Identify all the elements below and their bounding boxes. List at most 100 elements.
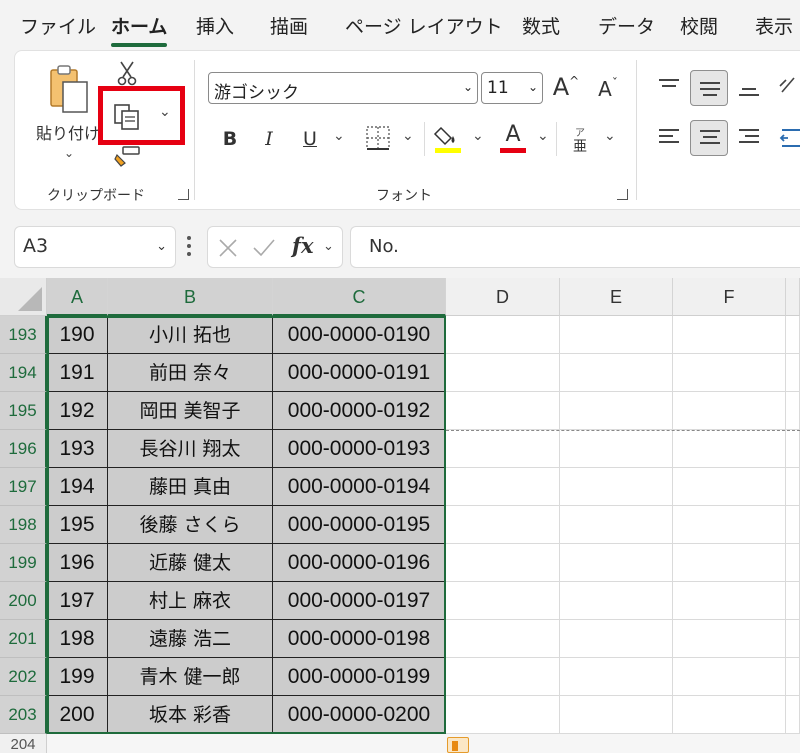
empty-cell[interactable] xyxy=(560,354,673,392)
row-header[interactable]: 198 xyxy=(0,506,47,544)
empty-cell[interactable] xyxy=(446,582,560,620)
cell-no[interactable]: 190 xyxy=(47,316,108,354)
empty-cell[interactable] xyxy=(673,582,786,620)
empty-cell[interactable] xyxy=(673,544,786,582)
row-header[interactable]: 199 xyxy=(0,544,47,582)
function-dropdown-icon[interactable]: ⌄ xyxy=(323,239,334,254)
cell-no[interactable]: 192 xyxy=(47,392,108,430)
row-header[interactable]: 200 xyxy=(0,582,47,620)
row-header[interactable]: 194 xyxy=(0,354,47,392)
empty-cell[interactable] xyxy=(786,354,800,392)
empty-cell[interactable] xyxy=(673,658,786,696)
empty-cell[interactable] xyxy=(446,506,560,544)
cell-name[interactable]: 青木 健一郎 xyxy=(108,658,273,696)
tab-file[interactable]: ファイル xyxy=(20,12,96,39)
empty-cell[interactable] xyxy=(560,468,673,506)
empty-cell[interactable] xyxy=(673,620,786,658)
empty-cell[interactable] xyxy=(673,506,786,544)
empty-cell[interactable] xyxy=(560,506,673,544)
tab-view[interactable]: 表示 xyxy=(755,12,793,39)
empty-cell[interactable] xyxy=(560,544,673,582)
column-header-c[interactable]: C xyxy=(273,278,446,316)
empty-cell[interactable] xyxy=(786,544,800,582)
fill-color-dropdown-icon[interactable]: ⌄ xyxy=(472,128,484,144)
cell-no[interactable]: 199 xyxy=(47,658,108,696)
tab-data[interactable]: データ xyxy=(598,12,655,39)
row-header[interactable]: 202 xyxy=(0,658,47,696)
empty-cell[interactable] xyxy=(786,430,800,468)
insert-function-button[interactable]: fx xyxy=(292,233,314,258)
cell-phone[interactable]: 000-0000-0190 xyxy=(273,316,446,354)
empty-cell[interactable] xyxy=(446,468,560,506)
empty-cell[interactable] xyxy=(446,696,560,734)
empty-cell[interactable] xyxy=(560,316,673,354)
cell-phone[interactable]: 000-0000-0197 xyxy=(273,582,446,620)
cell-no[interactable]: 198 xyxy=(47,620,108,658)
empty-cell[interactable] xyxy=(446,316,560,354)
decrease-indent-icon[interactable] xyxy=(778,126,800,150)
select-all-button[interactable] xyxy=(0,278,47,316)
row-header[interactable]: 201 xyxy=(0,620,47,658)
font-name-select[interactable]: 游ゴシック ⌄ xyxy=(208,72,478,104)
empty-cell[interactable] xyxy=(446,430,560,468)
tab-draw[interactable]: 描画 xyxy=(270,12,308,39)
empty-cell[interactable] xyxy=(673,354,786,392)
cell-phone[interactable]: 000-0000-0198 xyxy=(273,620,446,658)
align-right-button[interactable] xyxy=(730,120,768,156)
empty-cell[interactable] xyxy=(446,544,560,582)
empty-cell[interactable] xyxy=(446,658,560,696)
row-header-partial[interactable]: 204 xyxy=(0,734,47,753)
empty-cell[interactable] xyxy=(560,582,673,620)
cell-no[interactable]: 197 xyxy=(47,582,108,620)
cell-phone[interactable]: 000-0000-0195 xyxy=(273,506,446,544)
row-header[interactable]: 193 xyxy=(0,316,47,354)
cell-phone[interactable]: 000-0000-0196 xyxy=(273,544,446,582)
cell-no[interactable]: 200 xyxy=(47,696,108,734)
align-left-button[interactable] xyxy=(650,120,688,156)
empty-cell[interactable] xyxy=(560,620,673,658)
paste-dropdown-icon[interactable]: ⌄ xyxy=(64,146,74,160)
column-header-g-partial[interactable] xyxy=(786,278,800,316)
row-header[interactable]: 197 xyxy=(0,468,47,506)
clipboard-launcher-icon[interactable] xyxy=(178,189,189,200)
increase-font-size-button[interactable]: A ^ xyxy=(550,70,582,104)
font-size-select[interactable]: 11 ⌄ xyxy=(481,72,543,104)
empty-cell[interactable] xyxy=(560,430,673,468)
column-header-e[interactable]: E xyxy=(560,278,673,316)
column-header-f[interactable]: F xyxy=(673,278,786,316)
cell-phone[interactable]: 000-0000-0193 xyxy=(273,430,446,468)
font-launcher-icon[interactable] xyxy=(617,189,628,200)
row-header[interactable]: 203 xyxy=(0,696,47,734)
column-header-a[interactable]: A xyxy=(47,278,108,316)
empty-cell[interactable] xyxy=(786,620,800,658)
row-header[interactable]: 195 xyxy=(0,392,47,430)
empty-cell[interactable] xyxy=(560,392,673,430)
cell-name[interactable]: 長谷川 翔太 xyxy=(108,430,273,468)
name-box[interactable]: A3 ⌄ xyxy=(14,226,176,268)
tab-review[interactable]: 校閲 xyxy=(680,12,718,39)
format-painter-icon[interactable] xyxy=(113,145,141,167)
cut-icon[interactable] xyxy=(117,60,137,86)
cell-no[interactable]: 196 xyxy=(47,544,108,582)
more-options-icon[interactable] xyxy=(187,236,191,258)
italic-button[interactable]: I xyxy=(256,124,282,154)
bold-button[interactable]: B xyxy=(217,124,243,154)
cell-name[interactable]: 後藤 さくら xyxy=(108,506,273,544)
cell-name[interactable]: 藤田 真由 xyxy=(108,468,273,506)
align-middle-button[interactable] xyxy=(690,70,728,106)
cell-phone[interactable]: 000-0000-0200 xyxy=(273,696,446,734)
empty-cell[interactable] xyxy=(786,392,800,430)
cell-no[interactable]: 195 xyxy=(47,506,108,544)
enter-check-icon[interactable] xyxy=(252,238,276,258)
empty-cell[interactable] xyxy=(673,316,786,354)
underline-button[interactable]: U xyxy=(297,124,323,154)
empty-cell[interactable] xyxy=(786,316,800,354)
cell-name[interactable]: 坂本 彩香 xyxy=(108,696,273,734)
font-color-button[interactable]: A xyxy=(498,120,528,148)
cell-no[interactable]: 191 xyxy=(47,354,108,392)
empty-cell[interactable] xyxy=(673,392,786,430)
empty-cell[interactable] xyxy=(560,696,673,734)
empty-cell[interactable] xyxy=(560,658,673,696)
cell-phone[interactable]: 000-0000-0194 xyxy=(273,468,446,506)
quick-analysis-icon[interactable] xyxy=(447,737,469,753)
